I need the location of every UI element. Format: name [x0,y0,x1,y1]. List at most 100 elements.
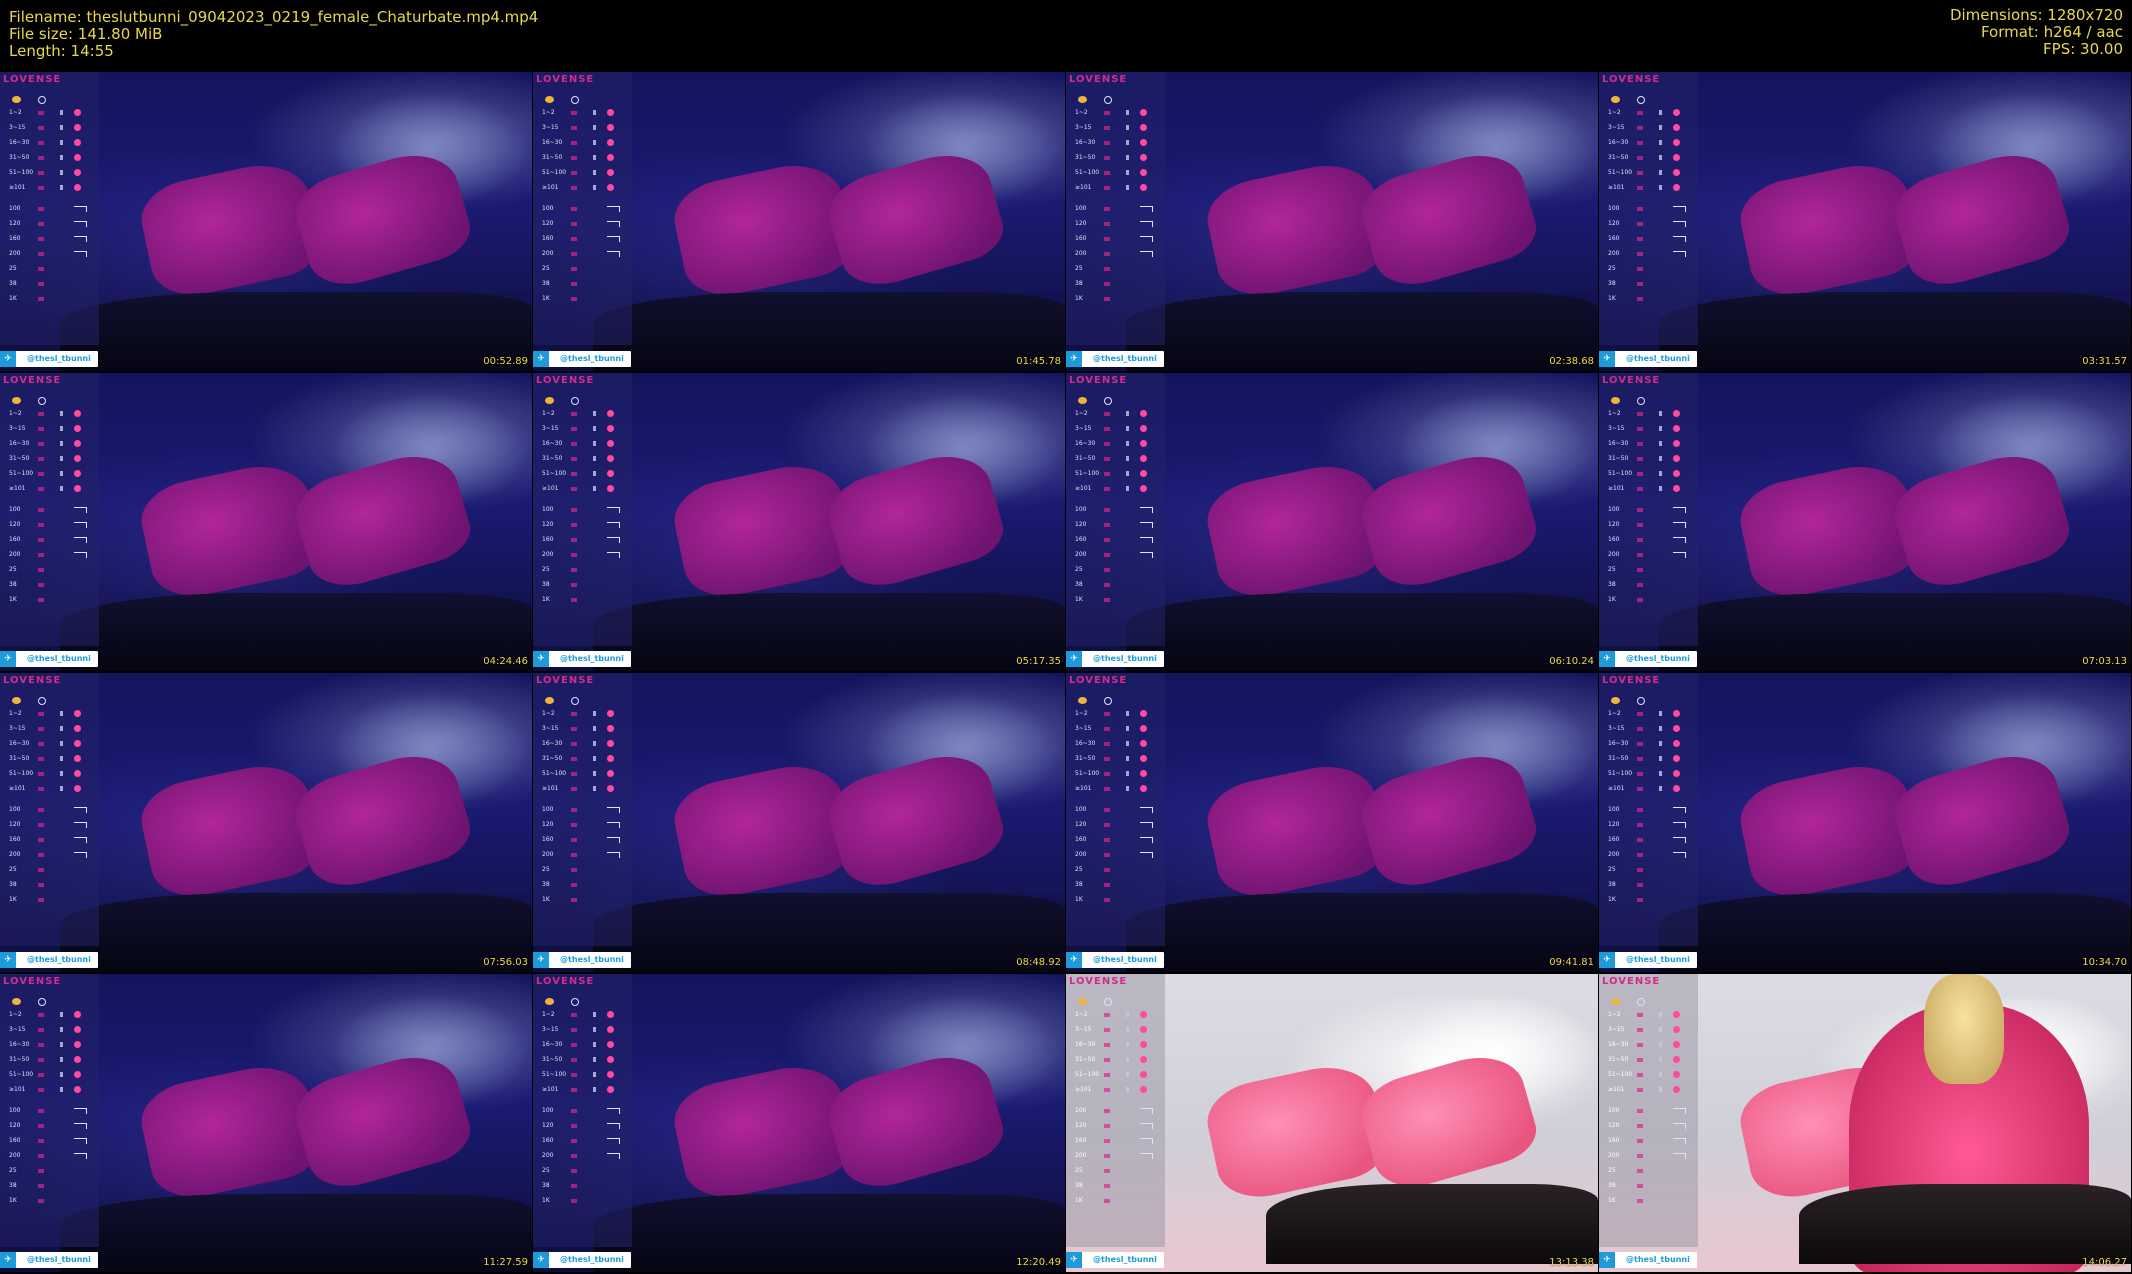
vibe-dot-icon [607,1070,614,1078]
tip-duration-mark [1104,1072,1110,1077]
file-info: Filename: theslutbunni_09042023_0219_fem… [9,9,538,60]
video-thumbnail[interactable]: LOVENSE 1~2 3~15 16~30 31~50 51~100 ≥101 100 120… [0,72,532,371]
tip-level-amount: 1~2 [1608,109,1621,116]
pattern-row: 200 [0,550,96,560]
vibration-bar-icon [593,485,596,491]
vibration-bar-icon [593,110,596,115]
tip-duration-mark [38,456,44,461]
clock-icon [38,997,46,1006]
vibe-dot-icon [607,1085,614,1093]
pattern-amount: 120 [9,220,21,227]
vibration-bar-icon [593,125,596,130]
tip-level-amount: 51~100 [9,1070,34,1078]
vibration-bar-icon [593,1086,596,1092]
vibe-dot-icon [1673,169,1680,176]
vibe-dot-icon [1140,1070,1147,1078]
video-thumbnail[interactable]: LOVENSE 1~2 3~15 16~30 31~50 51~100 ≥101 100 120… [1599,72,2131,371]
special-command-amount: 1K [1608,896,1616,903]
pattern-row: 200 [533,1151,629,1161]
tip-level-amount: 1~2 [1608,1010,1621,1018]
pattern-amount: 100 [9,806,21,813]
vibe-dot-icon [1673,439,1680,447]
emoji-icon [545,96,554,103]
special-command-mark [38,597,44,602]
special-command-row: 38 [533,1181,629,1191]
tip-level-amount: 16~30 [9,740,30,747]
video-thumbnail[interactable]: LOVENSE 1~2 3~15 16~30 31~50 51~100 ≥101 100 120… [1599,973,2131,1272]
vibration-bar-icon [1659,1056,1662,1062]
video-thumbnail[interactable]: LOVENSE 1~2 3~15 16~30 31~50 51~100 ≥101 100 120… [533,372,1065,671]
overlay-icon-row [545,396,585,407]
lovense-overlay-panel: LOVENSE 1~2 3~15 16~30 31~50 51~100 ≥101 100 120… [1599,372,1698,646]
tip-level-row: ≥101 [533,784,629,794]
overlay-icon-row [1078,396,1118,407]
pattern-amount: 160 [9,836,21,843]
tip-duration-mark [1637,486,1643,491]
video-thumbnail[interactable]: LOVENSE 1~2 3~15 16~30 31~50 51~100 ≥101 100 120… [533,673,1065,972]
video-thumbnail[interactable]: LOVENSE 1~2 3~15 16~30 31~50 51~100 ≥101 100 120… [0,372,532,671]
pillow-shape [1733,756,1925,905]
video-thumbnail[interactable]: LOVENSE 1~2 3~15 16~30 31~50 51~100 ≥101 100 120… [533,72,1065,371]
pattern-duration-mark [1104,537,1110,542]
tip-level-amount: 51~100 [1608,770,1633,777]
tip-level-row: ≥101 [0,784,96,794]
blanket-shape [60,1193,532,1272]
pattern-amount: 100 [1075,1106,1087,1114]
vibe-dot-icon [1140,1040,1147,1048]
video-thumbnail[interactable]: LOVENSE 1~2 3~15 16~30 31~50 51~100 ≥101 100 120… [0,973,532,1272]
pattern-duration-mark [1637,237,1643,241]
wave-pattern-icon [1673,206,1686,212]
tip-level-amount: 51~100 [542,1070,567,1078]
pattern-duration-mark [1637,507,1643,512]
lovense-overlay-panel: LOVENSE 1~2 3~15 16~30 31~50 51~100 ≥101 100 120… [533,673,632,946]
pattern-amount: 100 [9,505,21,513]
pattern-row: 120 [1066,520,1162,530]
special-command-mark [571,1183,577,1188]
pattern-duration-mark [1637,252,1643,256]
video-thumbnail[interactable]: LOVENSE 1~2 3~15 16~30 31~50 51~100 ≥101 100 120… [1066,973,1598,1272]
pattern-row: 100 [1066,204,1162,214]
tip-level-amount: 16~30 [542,1040,563,1048]
tip-level-amount: 51~100 [9,770,34,777]
tip-level-row: 3~15 [533,724,629,734]
pattern-amount: 120 [1075,220,1087,227]
twitter-handle-badge: ✈ @thesl_tbunni [1066,951,1164,968]
video-thumbnail[interactable]: LOVENSE 1~2 3~15 16~30 31~50 51~100 ≥101 100 120… [533,973,1065,1272]
twitter-icon: ✈ [0,651,16,667]
video-thumbnail[interactable]: LOVENSE 1~2 3~15 16~30 31~50 51~100 ≥101 100 120… [1599,673,2131,972]
pattern-duration-mark [1637,1138,1643,1143]
emoji-icon [1611,997,1620,1005]
tip-duration-mark [1104,742,1110,746]
clock-icon [1637,997,1645,1006]
vibration-bar-icon [593,741,596,746]
special-command-row: 25 [1599,1166,1695,1176]
lovense-overlay-panel: LOVENSE 1~2 3~15 16~30 31~50 51~100 ≥101 100 120… [0,72,99,345]
pattern-row: 200 [533,850,629,860]
tip-level-amount: 31~50 [1608,154,1629,161]
special-command-row: 25 [533,264,629,274]
special-command-amount: 25 [1075,866,1083,873]
pattern-amount: 160 [542,836,554,843]
special-command-mark [38,1198,44,1203]
tip-level-row: 16~30 [0,1040,96,1050]
special-command-amount: 25 [9,866,17,873]
video-thumbnail[interactable]: LOVENSE 1~2 3~15 16~30 31~50 51~100 ≥101 100 120… [1599,372,2131,671]
blanket-shape [1266,1183,1598,1264]
tip-duration-mark [571,787,577,791]
overlay-icon-row [12,96,52,106]
tip-level-row: 16~30 [1066,138,1162,148]
pattern-duration-mark [38,537,44,542]
wave-pattern-icon [1673,852,1686,858]
twitter-handle-text: @thesl_tbunni [560,353,624,363]
video-thumbnail[interactable]: LOVENSE 1~2 3~15 16~30 31~50 51~100 ≥101 100 120… [1066,72,1598,371]
tip-duration-mark [38,1042,44,1047]
special-command-mark [1104,597,1110,602]
vibration-bar-icon [1126,425,1129,431]
video-thumbnail[interactable]: LOVENSE 1~2 3~15 16~30 31~50 51~100 ≥101 100 120… [1066,372,1598,671]
video-thumbnail[interactable]: LOVENSE 1~2 3~15 16~30 31~50 51~100 ≥101 100 120… [1066,673,1598,972]
emoji-icon [1078,997,1087,1005]
special-command-row: 1K [0,1196,96,1206]
special-command-amount: 1K [542,896,550,903]
clock-icon [38,396,46,405]
video-thumbnail[interactable]: LOVENSE 1~2 3~15 16~30 31~50 51~100 ≥101 100 120… [0,673,532,972]
